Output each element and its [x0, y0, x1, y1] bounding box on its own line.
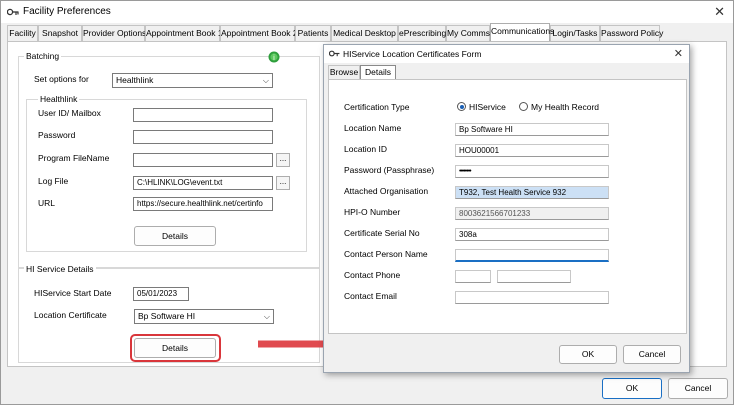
- batching-group-label: Batching: [24, 51, 62, 61]
- user-id-label: User ID/ Mailbox: [38, 108, 101, 118]
- contact-email-field[interactable]: [455, 291, 609, 304]
- radio-hiservice[interactable]: [457, 102, 466, 111]
- svg-text:i: i: [273, 54, 275, 62]
- healthlink-group-label: Healthlink: [38, 94, 80, 104]
- dialog-title-bar: HIService Location Certificates Form ✕: [324, 45, 689, 63]
- location-certificate-dropdown[interactable]: Bp Software HI ⌵: [134, 309, 274, 324]
- location-id-label: Location ID: [344, 144, 387, 154]
- hpio-label: HPI-O Number: [344, 207, 401, 217]
- tab-snapshot[interactable]: Snapshot: [38, 25, 82, 41]
- url-label: URL: [38, 198, 56, 208]
- close-icon[interactable]: ✕: [674, 47, 683, 60]
- tab-provider-options[interactable]: Provider Options: [82, 25, 146, 41]
- highlight-box: [130, 334, 221, 362]
- footer-ok-button[interactable]: OK: [602, 378, 662, 399]
- key-icon: [329, 50, 340, 57]
- location-id-field[interactable]: HOU00001: [455, 144, 609, 157]
- location-certificate-value: Bp Software HI: [138, 311, 196, 321]
- radio-my-health-record[interactable]: [519, 102, 528, 111]
- password-label: Password: [38, 130, 76, 140]
- window-title: Facility Preferences: [23, 6, 111, 17]
- tab-communications[interactable]: Communications: [490, 23, 554, 41]
- log-file-field[interactable]: C:\HLINK\LOG\event.txt: [133, 176, 273, 190]
- set-options-dropdown[interactable]: Healthlink ⌵: [112, 73, 273, 88]
- contact-name-label: Contact Person Name: [344, 249, 428, 259]
- tab-browse[interactable]: Browse: [328, 65, 360, 79]
- tab-my-comms[interactable]: My Comms: [446, 25, 490, 41]
- attached-org-label: Attached Organisation: [344, 186, 429, 196]
- chevron-down-icon: ⌵: [262, 76, 269, 85]
- contact-name-field[interactable]: [455, 249, 609, 262]
- radio-mhr-label: My Health Record: [531, 102, 600, 112]
- hi-service-group-label: HI Service Details: [24, 264, 96, 274]
- browse-log-file-button[interactable]: ...: [276, 176, 290, 190]
- tab-facility[interactable]: Facility: [7, 25, 38, 41]
- contact-phone-number-field[interactable]: [497, 270, 571, 283]
- program-filename-label: Program FileName: [38, 153, 110, 163]
- tab-login-tasks[interactable]: Login/Tasks: [550, 25, 600, 41]
- password-passphrase-label: Password (Passphrase): [344, 165, 435, 175]
- tab-patients[interactable]: Patients: [295, 25, 331, 41]
- status-indicator-icon: i: [268, 51, 280, 63]
- dialog-title: HIService Location Certificates Form: [343, 49, 482, 59]
- contact-phone-label: Contact Phone: [344, 270, 401, 280]
- start-date-field[interactable]: 05/01/2023: [133, 287, 189, 301]
- dialog-details-panel: Certification Type HIService My Health R…: [328, 79, 687, 334]
- start-date-label: HIService Start Date: [34, 288, 112, 298]
- password-field[interactable]: [133, 130, 273, 144]
- dialog-ok-button[interactable]: OK: [559, 345, 617, 364]
- tab-eprescribing[interactable]: ePrescribing: [398, 25, 446, 41]
- cert-serial-field[interactable]: 308a: [455, 228, 609, 241]
- tab-password-policy[interactable]: Password Policy: [600, 25, 663, 41]
- url-field[interactable]: https://secure.healthlink.net/certinfo: [133, 197, 273, 211]
- tab-appointment-book-1[interactable]: Appointment Book 1: [145, 25, 223, 41]
- title-bar: Facility Preferences ✕: [1, 1, 733, 23]
- attached-org-field[interactable]: T932, Test Health Service 932: [455, 186, 609, 199]
- tab-details[interactable]: Details: [360, 65, 396, 79]
- close-icon[interactable]: ✕: [714, 4, 725, 20]
- cert-serial-label: Certificate Serial No: [344, 228, 420, 238]
- footer-cancel-button[interactable]: Cancel: [668, 378, 728, 399]
- batching-details-button[interactable]: Details: [134, 226, 216, 246]
- location-name-label: Location Name: [344, 123, 402, 133]
- facility-preferences-window: Facility Preferences ✕ Facility Snapshot…: [0, 0, 734, 405]
- password-passphrase-field[interactable]: ••••••••: [455, 165, 609, 178]
- key-icon: [7, 8, 19, 16]
- tab-medical-desktop[interactable]: Medical Desktop: [331, 25, 398, 41]
- location-certificates-dialog: HIService Location Certificates Form ✕ B…: [323, 44, 690, 373]
- hpio-field: 8003621566701233: [455, 207, 609, 220]
- chevron-down-icon: ⌵: [263, 312, 270, 321]
- dialog-cancel-button[interactable]: Cancel: [623, 345, 681, 364]
- location-certificate-label: Location Certificate: [34, 310, 107, 320]
- location-name-field[interactable]: Bp Software HI: [455, 123, 609, 136]
- user-id-field[interactable]: [133, 108, 273, 122]
- cert-type-label: Certification Type: [344, 102, 410, 112]
- browse-program-button[interactable]: ...: [276, 153, 290, 167]
- contact-email-label: Contact Email: [344, 291, 397, 301]
- program-filename-field[interactable]: [133, 153, 273, 167]
- set-options-label: Set options for: [34, 74, 89, 84]
- log-file-label: Log File: [38, 176, 69, 186]
- tab-appointment-book-2[interactable]: Appointment Book 2: [220, 25, 298, 41]
- contact-phone-area-field[interactable]: [455, 270, 491, 283]
- radio-hiservice-label: HIService: [469, 102, 506, 112]
- set-options-value: Healthlink: [116, 75, 154, 85]
